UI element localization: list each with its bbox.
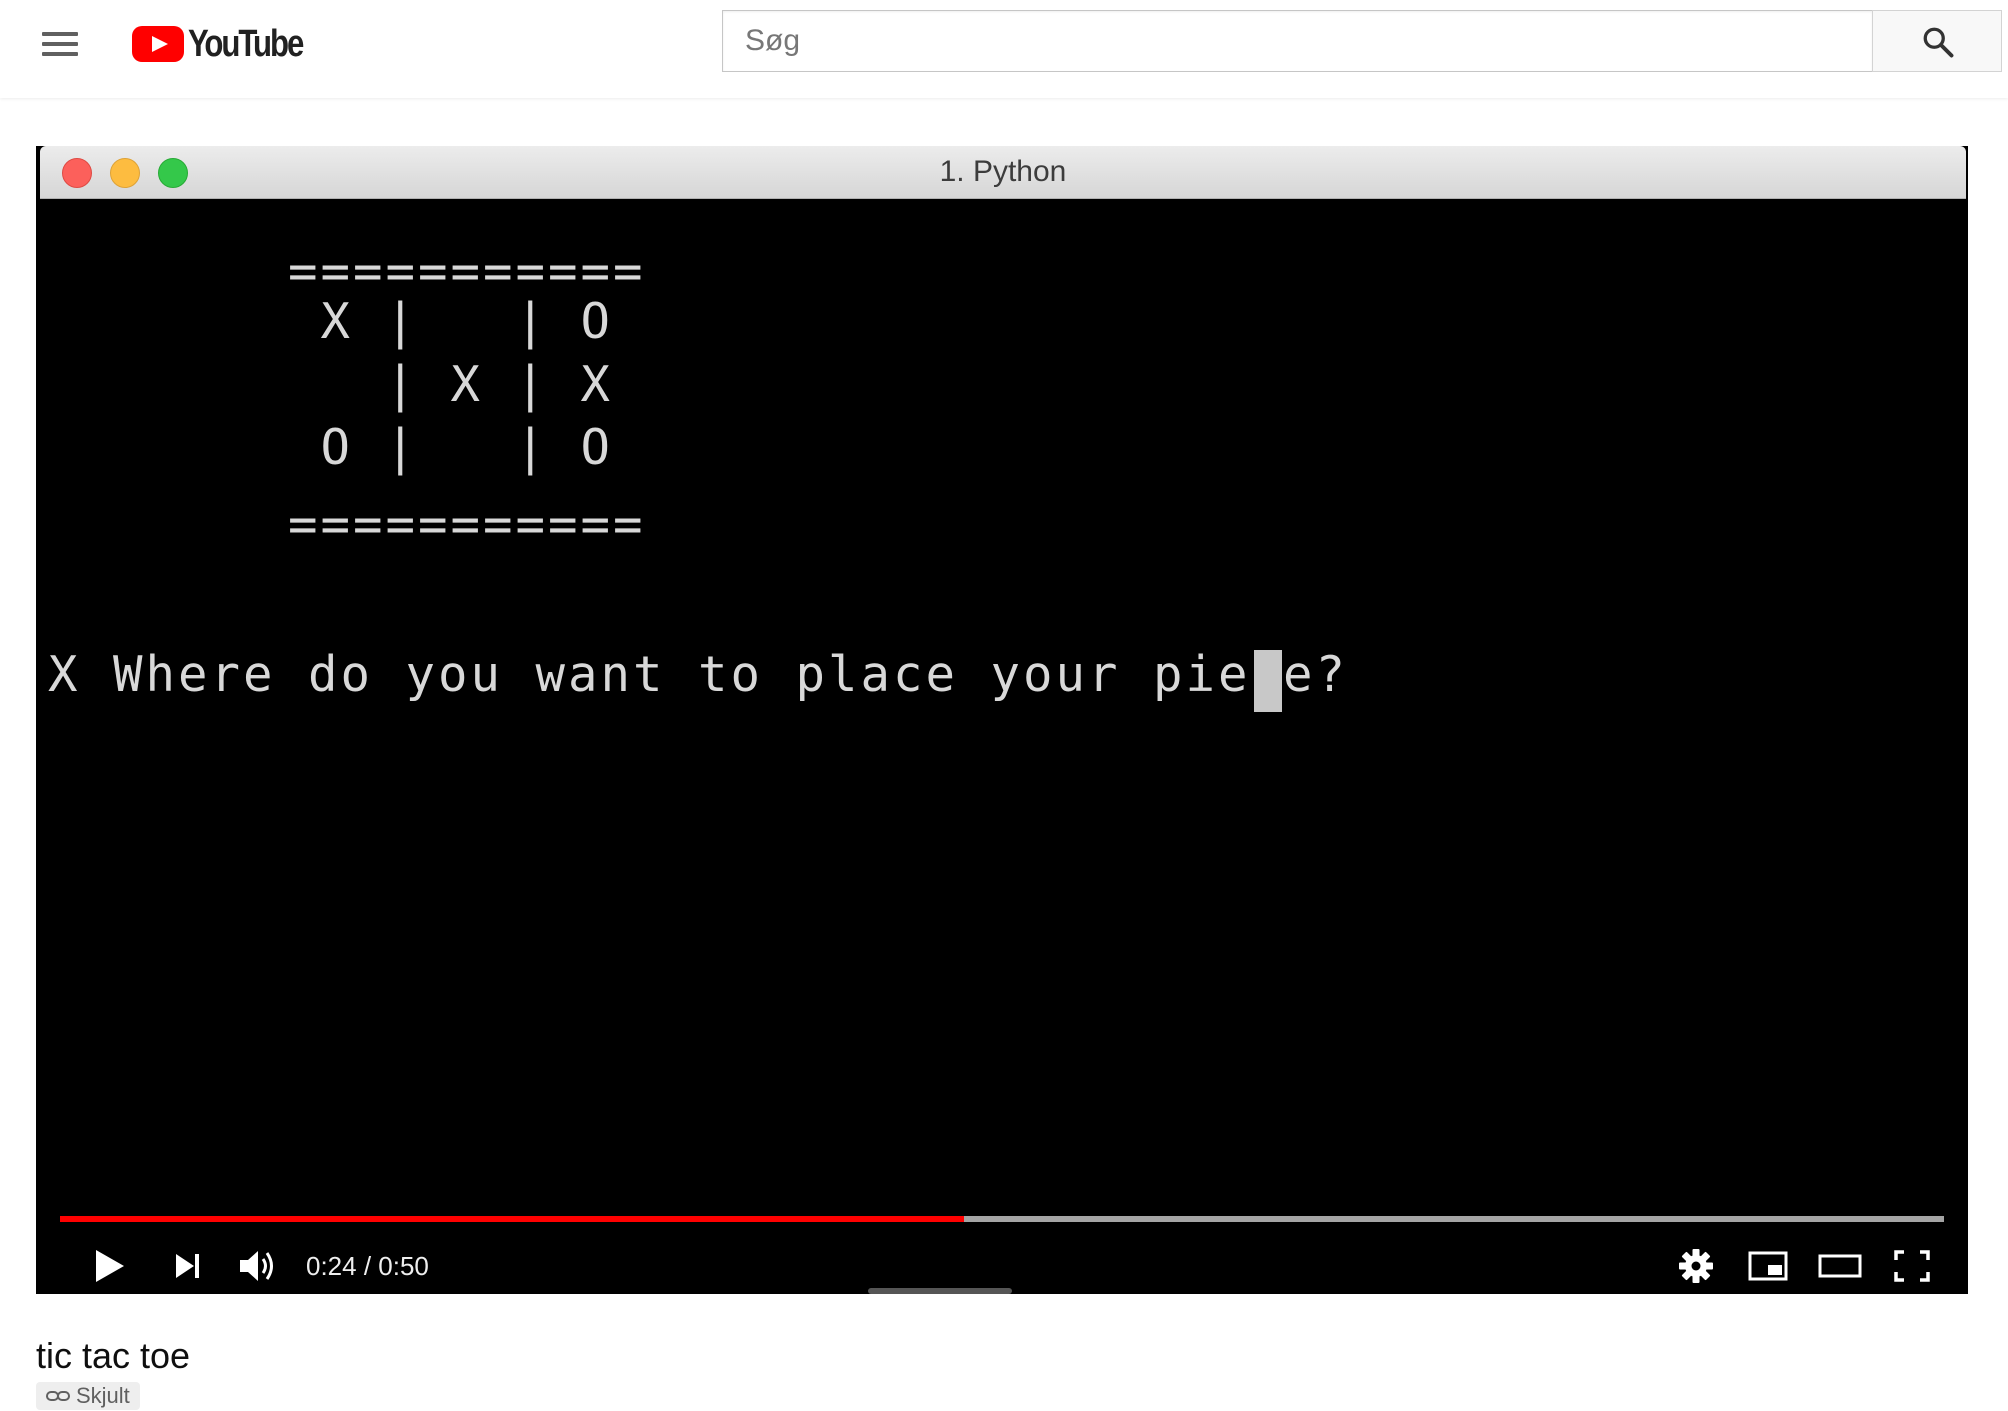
progress-played [60,1216,965,1222]
volume-icon [240,1251,273,1281]
masthead: YouTube [0,0,2008,98]
play-icon [96,1250,124,1282]
board-row-2: | X | X [288,356,614,413]
terminal-cursor [1254,650,1282,712]
logo-text: YouTube [188,22,304,65]
player-scroll-handle [868,1288,1012,1294]
search-input[interactable] [723,11,1872,71]
terminal-titlebar: 1. Python [40,146,1966,199]
time-display: 0:24 / 0:50 [306,1251,429,1281]
fullscreen-button[interactable] [1882,1236,1942,1294]
board-border-bottom: =========== [288,496,646,553]
next-track-icon [176,1254,199,1278]
next-button[interactable] [158,1236,218,1294]
miniplayer-icon [1748,1251,1788,1281]
youtube-logo[interactable]: YouTube [132,20,327,68]
video-title: tic tac toe [36,1335,191,1376]
guide-menu-button[interactable] [36,22,84,70]
fullscreen-icon [1894,1250,1930,1282]
hamburger-menu-icon [42,32,78,36]
search-icon [1923,27,1954,58]
theater-mode-button[interactable] [1810,1236,1870,1294]
progress-bar[interactable] [60,1216,1944,1222]
terminal-title: 1. Python [939,155,1067,188]
board-row-1: X | | O [288,293,614,350]
privacy-badge: Skjult [36,1382,140,1410]
search-button[interactable] [1872,10,2002,72]
board-row-3: O | | O [288,419,614,476]
play-button[interactable] [78,1236,138,1294]
youtube-play-logo-icon [132,26,184,62]
search-box [722,10,1872,72]
gear-icon [1679,1249,1713,1283]
miniplayer-button[interactable] [1738,1236,1798,1294]
mute-button[interactable] [228,1236,288,1294]
terminal-prompt: X Where do you want to place your piece? [48,646,1349,703]
link-icon [46,1391,70,1401]
settings-button[interactable] [1666,1236,1726,1294]
theater-mode-icon [1818,1254,1862,1278]
privacy-label: Skjult [76,1383,130,1408]
video-player[interactable]: 1. Python =========== X | | O | X | X O … [36,146,1968,1294]
